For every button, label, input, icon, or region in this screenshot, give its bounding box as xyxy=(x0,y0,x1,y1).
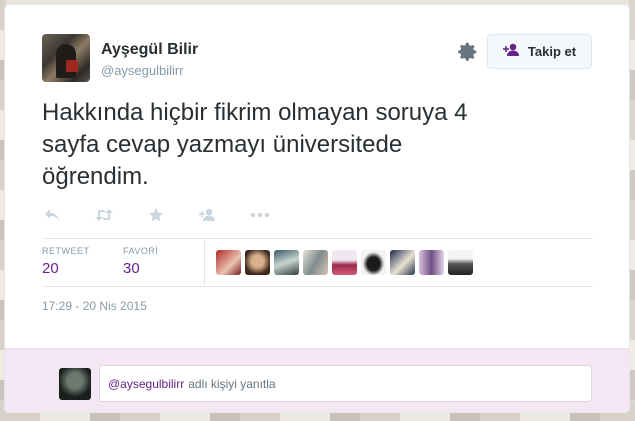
favorite-count[interactable]: 30 xyxy=(123,260,140,277)
favoriter-avatar[interactable] xyxy=(448,250,473,275)
avatar[interactable] xyxy=(42,34,90,82)
tweet-text: Hakkında hiçbir fikrim olmayan soruya 4 … xyxy=(42,97,582,193)
tweet-line: öğrendim. xyxy=(42,163,149,190)
retweet-count[interactable]: 20 xyxy=(42,260,59,277)
favoriter-avatar[interactable] xyxy=(332,250,357,275)
tweet-timestamp[interactable]: 17:29 - 20 Nis 2015 xyxy=(42,299,147,313)
reply-mention: @aysegulbilirr xyxy=(108,376,185,391)
reply-icon[interactable] xyxy=(42,205,62,225)
add-user-icon xyxy=(502,43,521,60)
reply-area: @aysegulbilirr adlı kişiyi yanıtla xyxy=(5,348,629,412)
favoriter-avatar[interactable] xyxy=(216,250,241,275)
favoriter-avatar[interactable] xyxy=(274,250,299,275)
reply-placeholder: adlı kişiyi yanıtla xyxy=(188,376,276,391)
user-handle[interactable]: @aysegulbilirr xyxy=(101,63,184,78)
tweet-line: sayfa cevap yazmayı üniversitede xyxy=(42,131,403,158)
favoriter-avatar[interactable] xyxy=(419,250,444,275)
divider xyxy=(42,286,593,287)
follow-button[interactable]: Takip et xyxy=(487,34,592,69)
favorite-icon[interactable] xyxy=(146,205,166,225)
favoriter-avatar[interactable] xyxy=(303,250,328,275)
tweet-line: Hakkında hiçbir fikrim olmayan soruya 4 xyxy=(42,99,468,126)
tweet-card: Ayşegül Bilir @aysegulbilirr Takip et Ha… xyxy=(4,4,630,413)
reply-avatar xyxy=(59,368,91,400)
favoriter-avatar[interactable] xyxy=(245,250,270,275)
follow-button-label: Takip et xyxy=(527,44,577,59)
reply-input[interactable]: @aysegulbilirr adlı kişiyi yanıtla xyxy=(99,365,592,402)
favoriter-avatar[interactable] xyxy=(361,250,386,275)
user-name[interactable]: Ayşegül Bilir xyxy=(101,41,198,59)
gear-icon[interactable] xyxy=(457,41,479,63)
favoriter-avatar[interactable] xyxy=(390,250,415,275)
favorite-stat-label: FAVORİ xyxy=(123,246,159,256)
divider xyxy=(42,238,593,239)
retweet-stat-label: RETWEET xyxy=(42,246,90,256)
retweet-icon[interactable] xyxy=(94,205,114,225)
tweet-actions xyxy=(42,205,302,225)
avatar-bag xyxy=(66,60,78,72)
stats-separator xyxy=(204,239,205,285)
follow-icon[interactable] xyxy=(198,205,218,225)
more-icon[interactable] xyxy=(250,205,270,225)
favoriters-list xyxy=(216,250,473,275)
